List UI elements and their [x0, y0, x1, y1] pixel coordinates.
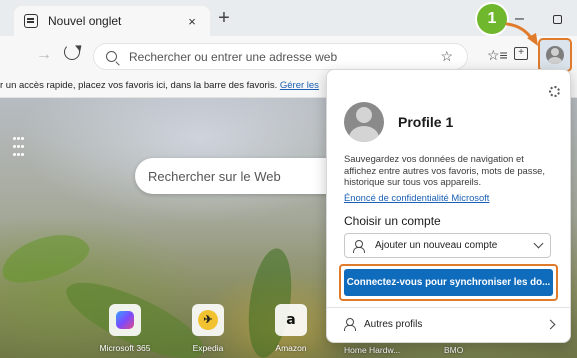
new-tab-button[interactable]: +: [214, 8, 234, 28]
quick-link-label: Amazon: [275, 343, 307, 353]
address-bar[interactable]: Rechercher ou entrer une adresse web ☆: [93, 43, 468, 70]
forward-button[interactable]: →: [36, 46, 52, 64]
address-input[interactable]: Rechercher ou entrer une adresse web: [129, 50, 440, 64]
tab-new-tab[interactable]: Nouvel onglet ×: [14, 6, 210, 36]
favorites-bar-hint: r un accès rapide, placez vos favoris ic…: [0, 80, 278, 91]
quick-link-home-hardware[interactable]: Home Hardw...: [344, 345, 400, 355]
expedia-icon: ✈: [198, 310, 218, 330]
privacy-statement-link[interactable]: Énoncé de confidentialité Microsoft: [344, 192, 489, 203]
microsoft-365-icon: [116, 311, 134, 329]
profile-panel: Profile 1 Sauvegardez vos données de nav…: [326, 69, 571, 343]
background-leaf: [0, 225, 94, 291]
profile-avatar: [344, 102, 384, 142]
quick-link-bmo[interactable]: BMO: [444, 345, 463, 355]
amazon-icon: a: [286, 312, 296, 328]
collections-button[interactable]: +: [514, 47, 528, 60]
other-profiles-item[interactable]: Autres profils: [344, 315, 556, 333]
choose-account-heading: Choisir un compte: [344, 214, 441, 228]
maximize-button[interactable]: [553, 15, 562, 24]
step-arrow-icon: [505, 22, 538, 46]
quick-link-microsoft-365[interactable]: Microsoft 365: [95, 304, 155, 353]
search-icon: [106, 51, 117, 62]
profile-button[interactable]: [538, 38, 572, 72]
account-select[interactable]: Ajouter un nouveau compte: [344, 233, 551, 258]
chevron-right-icon: [545, 319, 556, 329]
profile-settings-icon[interactable]: [549, 86, 560, 97]
sync-description: Sauvegardez vos données de navigation et…: [344, 153, 545, 188]
quick-link-label: Expedia: [192, 343, 224, 353]
tab-title: Nouvel onglet: [48, 14, 122, 28]
sign-in-sync-button[interactable]: Connectez-vous pour synchroniser les do.…: [344, 269, 553, 296]
account-select-value: Ajouter un nouveau compte: [375, 240, 498, 251]
chevron-down-icon: [533, 238, 544, 249]
quick-link-amazon[interactable]: a Amazon: [261, 304, 321, 353]
manage-favorites-link[interactable]: Gérer les: [280, 80, 319, 91]
quick-link-expedia[interactable]: ✈ Expedia: [178, 304, 238, 353]
new-tab-page-icon: [24, 14, 38, 28]
divider: [327, 307, 570, 308]
other-profiles-label: Autres profils: [364, 318, 423, 330]
person-icon: [353, 239, 365, 253]
avatar-icon: [546, 46, 564, 64]
add-favorite-icon[interactable]: ☆: [440, 48, 453, 65]
other-profiles-icon: [344, 318, 356, 331]
profile-name: Profile 1: [398, 114, 454, 130]
favorites-button[interactable]: ☆≡: [487, 47, 508, 64]
reload-button[interactable]: [64, 44, 80, 60]
sync-button-highlight: Connectez-vous pour synchroniser les do.…: [339, 264, 558, 301]
app-launcher-icon[interactable]: [13, 134, 27, 156]
tab-close-button[interactable]: ×: [184, 14, 200, 29]
step-number-badge: 1: [477, 4, 507, 34]
quick-link-label: Microsoft 365: [99, 343, 151, 353]
